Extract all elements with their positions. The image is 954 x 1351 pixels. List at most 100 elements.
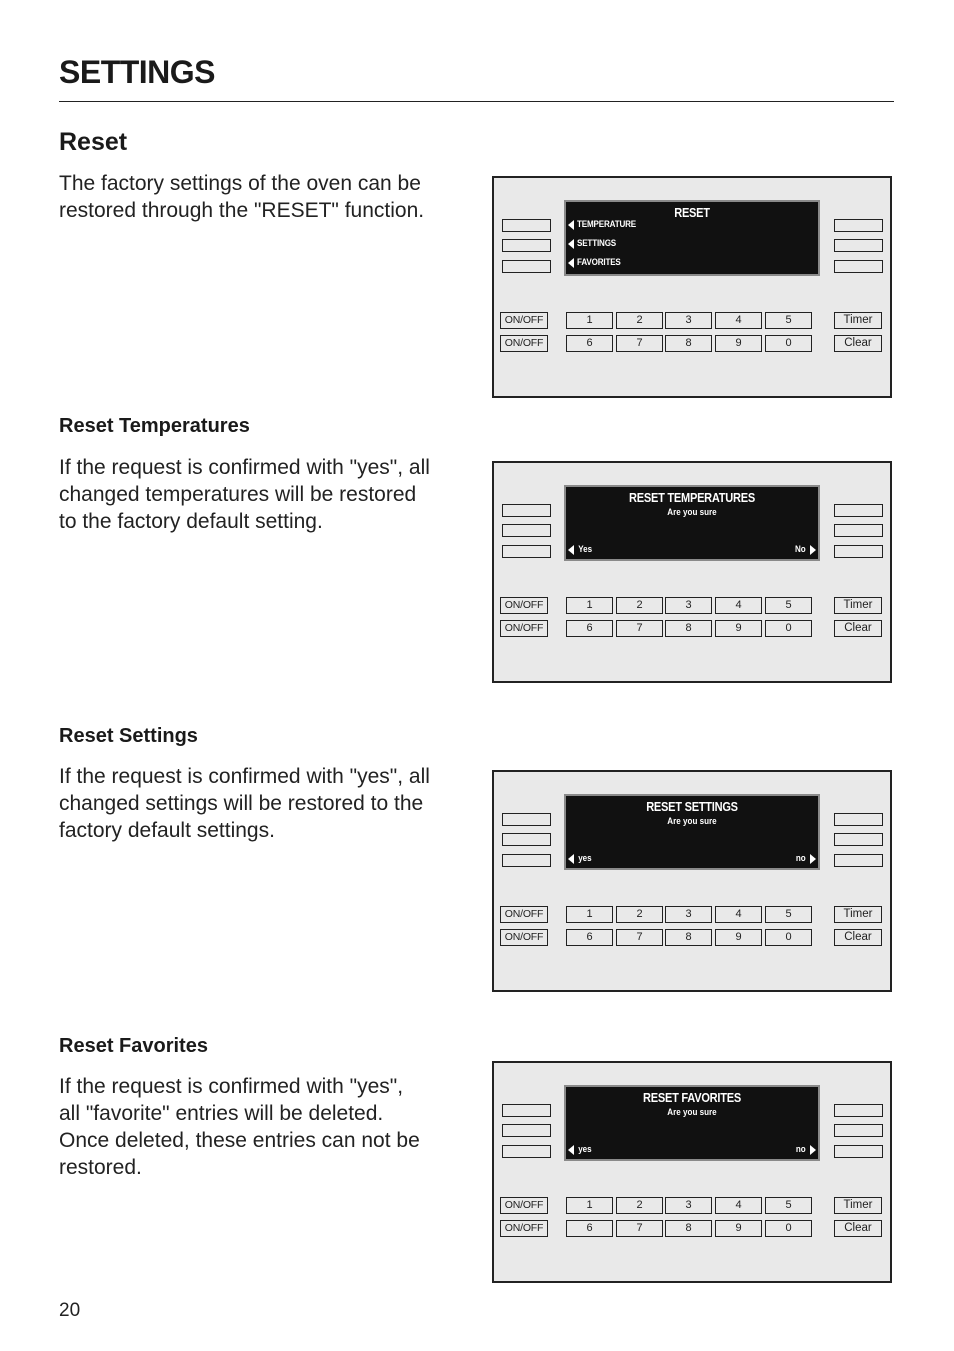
left-selector-button-2[interactable] [502,524,551,537]
number-key[interactable]: 4 [715,312,762,329]
clear-button[interactable]: Clear [834,620,882,637]
timer-button[interactable]: Timer [834,906,882,923]
number-key[interactable]: 4 [715,1197,762,1214]
number-key[interactable]: 4 [715,906,762,923]
right-selector-button-2[interactable] [834,524,883,537]
page-title: SETTINGS [59,54,216,90]
right-selector-button-1[interactable] [834,1104,883,1117]
number-key[interactable]: 3 [665,312,712,329]
number-key[interactable]: 9 [715,1220,762,1237]
option-label: No [795,544,807,555]
number-key[interactable]: 6 [566,620,613,637]
number-key[interactable]: 2 [616,1197,663,1214]
left-selector-button-3[interactable] [502,1145,551,1158]
number-key[interactable]: 5 [765,1197,812,1214]
number-key[interactable]: 8 [665,620,712,637]
on-off-button-1[interactable]: ON/OFF [500,597,548,614]
number-key[interactable]: 7 [616,335,663,352]
number-key[interactable]: 3 [665,1197,712,1214]
number-key[interactable]: 5 [765,312,812,329]
right-selector-button-3[interactable] [834,854,883,867]
number-key[interactable]: 1 [566,312,613,329]
timer-button[interactable]: Timer [834,1197,882,1214]
display-option-yes[interactable]: yes [568,1144,593,1155]
clear-button[interactable]: Clear [834,929,882,946]
section-heading-reset-settings: Reset Settings [59,725,198,747]
right-selector-button-1[interactable] [834,219,883,232]
number-key[interactable]: 2 [616,906,663,923]
left-selector-button-2[interactable] [502,1124,551,1137]
arrow-left-icon [568,238,574,249]
left-selector-button-3[interactable] [502,260,551,273]
number-key[interactable]: 6 [566,1220,613,1237]
number-key[interactable]: 1 [566,597,613,614]
display-option-yes[interactable]: yes [568,853,593,864]
on-off-button-2[interactable]: ON/OFF [500,929,548,946]
left-selector-button-1[interactable] [502,504,551,517]
number-key[interactable]: 2 [616,312,663,329]
number-key[interactable]: 8 [665,1220,712,1237]
display-option-no[interactable]: no [795,853,816,864]
display-option-no[interactable]: no [795,1144,816,1155]
on-off-button-1[interactable]: ON/OFF [500,906,548,923]
left-selector-button-3[interactable] [502,854,551,867]
lcd-display: RESET SETTINGS Are you sure yes no [564,794,820,870]
number-key[interactable]: 0 [765,335,812,352]
display-title: RESET TEMPERATURES [629,490,755,505]
number-key[interactable]: 5 [765,597,812,614]
number-key[interactable]: 7 [616,1220,663,1237]
number-key[interactable]: 9 [715,620,762,637]
display-menu-item[interactable]: SETTINGS [568,238,623,249]
control-panel-reset-settings: RESET SETTINGS Are you sure yes no ON/OF… [492,770,892,992]
number-key[interactable]: 6 [566,929,613,946]
number-key[interactable]: 1 [566,906,613,923]
timer-button[interactable]: Timer [834,312,882,329]
number-key[interactable]: 0 [765,1220,812,1237]
number-key[interactable]: 9 [715,335,762,352]
clear-button[interactable]: Clear [834,335,882,352]
number-key[interactable]: 8 [665,335,712,352]
number-key[interactable]: 8 [665,929,712,946]
number-key[interactable]: 6 [566,335,613,352]
right-selector-button-1[interactable] [834,504,883,517]
number-key[interactable]: 1 [566,1197,613,1214]
menu-item-label: FAVORITES [577,257,621,268]
display-menu-item[interactable]: FAVORITES [568,257,628,268]
left-selector-button-2[interactable] [502,239,551,252]
on-off-button-2[interactable]: ON/OFF [500,620,548,637]
left-selector-button-1[interactable] [502,219,551,232]
right-selector-button-2[interactable] [834,833,883,846]
right-selector-button-2[interactable] [834,239,883,252]
number-key[interactable]: 9 [715,929,762,946]
number-key[interactable]: 7 [616,929,663,946]
on-off-button-1[interactable]: ON/OFF [500,1197,548,1214]
display-option-yes[interactable]: Yes [568,544,593,555]
number-key[interactable]: 5 [765,906,812,923]
number-key[interactable]: 0 [765,929,812,946]
left-selector-button-1[interactable] [502,1104,551,1117]
timer-button[interactable]: Timer [834,597,882,614]
right-selector-button-1[interactable] [834,813,883,826]
number-key[interactable]: 7 [616,620,663,637]
clear-button[interactable]: Clear [834,1220,882,1237]
number-key[interactable]: 3 [665,906,712,923]
right-selector-button-3[interactable] [834,545,883,558]
left-selector-button-1[interactable] [502,813,551,826]
right-selector-button-3[interactable] [834,1145,883,1158]
number-key[interactable]: 4 [715,597,762,614]
display-option-no[interactable]: No [794,544,816,555]
section-text-reset-settings: If the request is confirmed with "yes", … [59,763,479,844]
display-menu-item[interactable]: TEMPERATURE [568,219,646,230]
number-key[interactable]: 2 [616,597,663,614]
right-selector-button-2[interactable] [834,1124,883,1137]
display-subtitle: Are you sure [667,507,717,518]
left-selector-button-2[interactable] [502,833,551,846]
right-selector-button-3[interactable] [834,260,883,273]
number-key[interactable]: 3 [665,597,712,614]
on-off-button-2[interactable]: ON/OFF [500,335,548,352]
number-key[interactable]: 0 [765,620,812,637]
text-line: If the request is confirmed with "yes", … [59,456,430,479]
on-off-button-2[interactable]: ON/OFF [500,1220,548,1237]
on-off-button-1[interactable]: ON/OFF [500,312,548,329]
left-selector-button-3[interactable] [502,545,551,558]
